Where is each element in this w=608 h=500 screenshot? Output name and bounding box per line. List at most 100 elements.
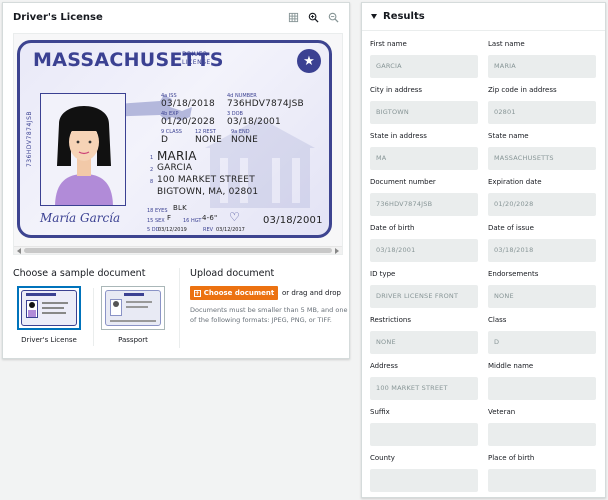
plus-icon: + xyxy=(193,289,201,297)
sample-divider xyxy=(93,288,94,346)
iss-value: 03/18/2018 xyxy=(161,99,215,109)
result-document-number-value[interactable]: 736HDV7874JSB xyxy=(370,193,478,216)
sample-passport-thumbnail[interactable] xyxy=(101,286,165,330)
result-last-name: Last name MARIA xyxy=(488,40,596,78)
viewer-toolbar xyxy=(287,11,339,23)
card-first-name: GARCIA xyxy=(157,163,193,173)
heart-icon: ♡ xyxy=(229,210,240,224)
results-panel: Results First name GARCIA Last name MARIA … xyxy=(361,2,606,498)
scrollbar-thumb[interactable] xyxy=(24,248,332,253)
result-state-name: State name MASSACHUSETTS xyxy=(488,132,596,170)
zoom-out-icon[interactable] xyxy=(327,11,339,23)
hgt-label: 16 HGT xyxy=(183,218,202,224)
result-expiration-date: Expiration date 01/20/2028 xyxy=(488,178,596,216)
result-address: Address 100 MARKET STREET xyxy=(370,362,478,400)
card-bottom-date: 03/18/2001 xyxy=(263,215,323,226)
card-address-line1: 100 MARKET STREET xyxy=(157,175,255,185)
result-restrictions: Restrictions NONE xyxy=(370,316,478,354)
sample-passport[interactable]: Passport xyxy=(101,286,165,344)
upload-divider xyxy=(179,268,180,348)
result-endorsements-value[interactable]: NONE xyxy=(488,285,596,308)
card-address-line2: BIGTOWN, MA, 02801 xyxy=(157,187,259,197)
result-first-name: First name GARCIA xyxy=(370,40,478,78)
exp-value: 01/20/2028 xyxy=(161,117,215,127)
result-date-of-issue-value[interactable]: 03/18/2018 xyxy=(488,239,596,262)
result-date-of-birth-value[interactable]: 03/18/2001 xyxy=(370,239,478,262)
result-veteran: Veteran xyxy=(488,408,596,446)
scroll-left-icon[interactable] xyxy=(17,248,21,254)
class-value: D xyxy=(161,135,169,145)
end-value: NONE xyxy=(231,135,259,145)
results-header[interactable]: Results xyxy=(362,3,605,31)
upload-document-title: Upload document xyxy=(190,268,275,279)
result-zip-value[interactable]: 02801 xyxy=(488,101,596,124)
result-state-name-value[interactable]: MASSACHUSETTS xyxy=(488,147,596,170)
document-viewer[interactable]: MASSACHUSETTS DRIVER LICENSE ★ 736HDV7874… xyxy=(13,33,343,255)
field2-number: 2 xyxy=(150,167,154,173)
choose-document-label: Choose document xyxy=(203,289,275,297)
card-doc-type: DRIVER LICENSE xyxy=(182,51,211,66)
result-city: City in address BIGTOWN xyxy=(370,86,478,124)
drag-and-drop-text: or drag and drop xyxy=(282,289,341,297)
viewer-horizontal-scrollbar[interactable] xyxy=(14,246,342,254)
result-county: County xyxy=(370,454,478,492)
sex-label: 15 SEX xyxy=(147,218,165,224)
hgt-value: 4-6" xyxy=(202,214,218,222)
result-county-value[interactable] xyxy=(370,469,478,492)
zoom-in-icon[interactable] xyxy=(307,11,319,23)
result-document-number: Document number 736HDV7874JSB xyxy=(370,178,478,216)
document-panel-header: Driver's License xyxy=(3,3,349,31)
result-id-type-value[interactable]: DRIVER LICENSE FRONT xyxy=(370,285,478,308)
result-state-address-value[interactable]: MA xyxy=(370,147,478,170)
results-title: Results xyxy=(383,11,425,22)
result-restrictions-value[interactable]: NONE xyxy=(370,331,478,354)
grid-icon[interactable] xyxy=(287,11,299,23)
result-city-value[interactable]: BIGTOWN xyxy=(370,101,478,124)
sample-passport-label: Passport xyxy=(118,336,148,344)
number-value: 736HDV7874JSB xyxy=(227,99,304,109)
result-id-type: ID type DRIVER LICENSE FRONT xyxy=(370,270,478,308)
result-middle-name: Middle name xyxy=(488,362,596,400)
result-first-name-value[interactable]: GARCIA xyxy=(370,55,478,78)
sample-drivers-license-thumbnail[interactable] xyxy=(17,286,81,330)
sample-documents-title: Choose a sample document xyxy=(13,268,146,279)
result-suffix: Suffix xyxy=(370,408,478,446)
sample-drivers-license[interactable]: Driver's License xyxy=(17,286,81,344)
result-state-address: State in address MA xyxy=(370,132,478,170)
eyes-label: 18 EYES xyxy=(147,208,168,214)
result-class-value[interactable]: D xyxy=(488,331,596,354)
upload-requirements-note: Documents must be smaller than 5 MB, and… xyxy=(190,306,348,324)
result-expiration-date-value[interactable]: 01/20/2028 xyxy=(488,193,596,216)
star-icon: ★ xyxy=(297,49,321,73)
document-panel: Driver's License MASSACHUSETTS DRIVER LI… xyxy=(2,2,350,359)
result-address-value[interactable]: 100 MARKET STREET xyxy=(370,377,478,400)
rev-label: REV xyxy=(203,227,214,233)
result-last-name-value[interactable]: MARIA xyxy=(488,55,596,78)
card-side-number: 736HDV7874JSB xyxy=(26,111,33,168)
document-panel-title: Driver's License xyxy=(13,11,103,23)
drivers-license-image: MASSACHUSETTS DRIVER LICENSE ★ 736HDV7874… xyxy=(17,40,332,238)
result-veteran-value[interactable] xyxy=(488,423,596,446)
result-place-of-birth-value[interactable] xyxy=(488,469,596,492)
result-endorsements: Endorsements NONE xyxy=(488,270,596,308)
result-date-of-issue: Date of issue 03/18/2018 xyxy=(488,224,596,262)
field1-number: 1 xyxy=(150,155,154,161)
result-place-of-birth: Place of birth xyxy=(488,454,596,492)
sex-value: F xyxy=(167,214,172,222)
caret-down-icon[interactable] xyxy=(371,14,377,19)
card-signature: María García xyxy=(40,211,121,225)
dd-value: 03/12/2019 xyxy=(158,227,187,233)
sample-drivers-license-label: Driver's License xyxy=(21,336,77,344)
result-class: Class D xyxy=(488,316,596,354)
rev-value: 03/12/2017 xyxy=(216,227,245,233)
result-zip: Zip code in address 02801 xyxy=(488,86,596,124)
card-last-name: MARIA xyxy=(157,149,197,163)
scroll-right-icon[interactable] xyxy=(335,248,339,254)
rest-value: NONE xyxy=(195,135,223,145)
choose-document-button[interactable]: + Choose document xyxy=(190,286,278,300)
result-middle-name-value[interactable] xyxy=(488,377,596,400)
result-date-of-birth: Date of birth 03/18/2001 xyxy=(370,224,478,262)
dob-value: 03/18/2001 xyxy=(227,117,281,127)
result-suffix-value[interactable] xyxy=(370,423,478,446)
eyes-value: BLK xyxy=(173,204,187,212)
